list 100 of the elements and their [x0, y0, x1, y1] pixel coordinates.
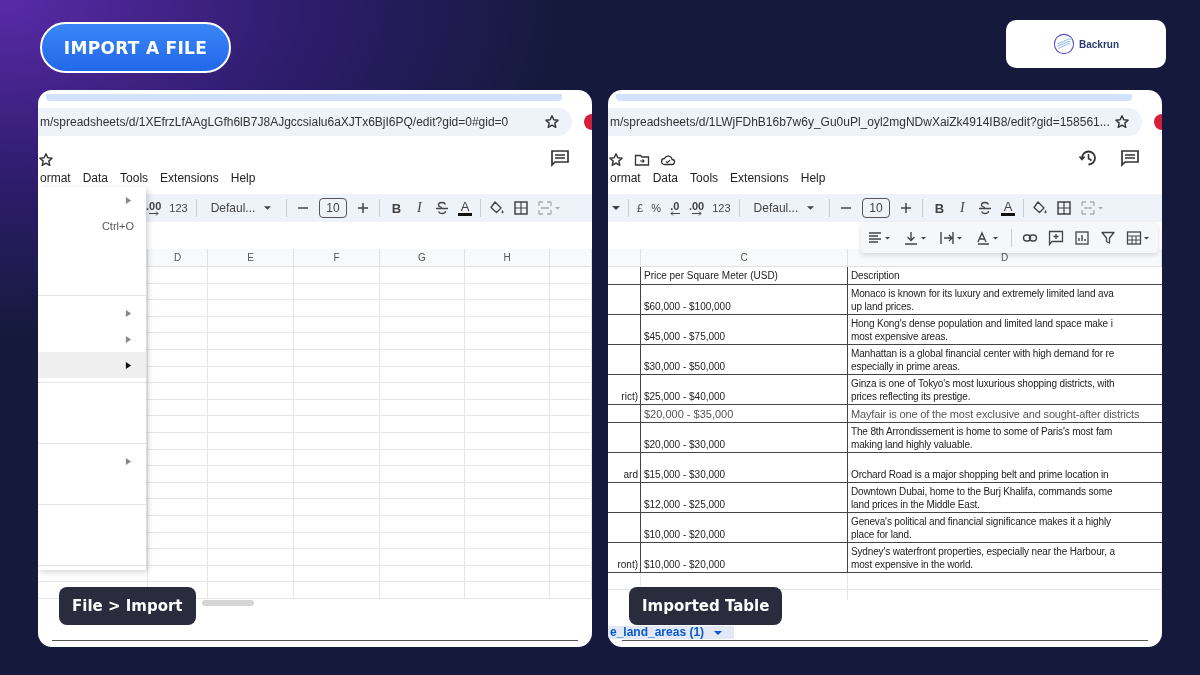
font-dropdown[interactable]: Defaul... [747, 201, 822, 215]
table-cell-text: $10,000 - $20,000 [644, 528, 727, 541]
table-cell-text: $10,000 - $20,000 [644, 558, 727, 571]
table-cell-text: The 8th Arrondissement is home to some of Paris's most fam making land highly valuable. [851, 425, 1114, 451]
caret-icon[interactable] [612, 205, 620, 211]
format-button[interactable]: £ [637, 202, 644, 214]
decimal-button[interactable]: .00 [688, 200, 705, 216]
table-cell-text: Geneva's political and financial significance makes it a highly place for land. [851, 515, 1112, 541]
submenu-arrow-icon[interactable] [125, 360, 132, 370]
column-header[interactable]: F [333, 252, 340, 263]
menu-item[interactable]: Data [82, 171, 109, 185]
arrow-icon [668, 210, 681, 216]
comment-icon[interactable] [550, 148, 570, 168]
table-cell-text: Sydney's waterfront properties, especially near the Harbour, a most expensive in the world. [851, 545, 1116, 571]
italic-button[interactable]: I [956, 200, 969, 216]
text-wrap-icon[interactable] [939, 230, 965, 246]
table-cell-text: $20,000 - $35,000 [644, 408, 735, 421]
column-header[interactable]: C [740, 252, 748, 263]
text-rotate-icon[interactable] [975, 230, 1001, 246]
bold-button[interactable]: B [930, 200, 948, 216]
arrow-icon [690, 210, 703, 216]
table-cell-text: Mayfair is one of the most exclusive and sought-after districts [851, 408, 1141, 421]
chart-icon[interactable] [1074, 230, 1090, 246]
cloud-icon[interactable] [660, 152, 676, 168]
table-cell: ront) [617, 558, 638, 571]
caret-icon [263, 205, 273, 211]
italic-button[interactable]: I [413, 200, 426, 216]
star-icon[interactable] [608, 152, 624, 168]
table-cell-text: Ginza is one of Tokyo's most luxurious shopping districts, with prices reflecting its prestige. [851, 377, 1116, 403]
column-header[interactable]: D [173, 252, 182, 263]
star-icon[interactable] [1114, 114, 1130, 130]
table-cell: rict) [621, 390, 638, 403]
shortcut-hint: Ctrl+O [101, 220, 134, 232]
star-icon[interactable] [38, 152, 54, 168]
table-cell-text: $60,000 - $100,000 [644, 300, 732, 313]
text-color-button[interactable]: A [457, 200, 473, 216]
menu-item[interactable]: Tools [120, 171, 149, 185]
caption-label: Imported Table [629, 587, 783, 625]
table-icon[interactable] [1126, 230, 1152, 246]
address-bar[interactable]: m/spreadsheets/d/1XEfrzLfAAgLGfh6lB7J8AJgccsialu6aXJTx6BjI6PQ/edit?gid=0#gid=0 [38, 108, 572, 136]
menu-item[interactable]: ormat [610, 171, 641, 185]
table-cell-text: $12,000 - $25,000 [644, 498, 727, 511]
logo-text: Backrun [1079, 38, 1119, 50]
star-icon[interactable] [544, 114, 560, 130]
table-cell-text: Orchard Road is a major shopping belt and prime location in [851, 468, 1110, 481]
menu-item[interactable]: Data [652, 171, 679, 185]
format-button[interactable]: 123 [169, 202, 188, 214]
scrollbar[interactable] [202, 600, 254, 606]
table-cell-text: Monaco is known for its luxury and extremely limited land ava up land prices. [851, 287, 1115, 313]
profile-icon[interactable] [1154, 114, 1162, 130]
column-header[interactable]: G [418, 252, 426, 263]
font-size-field[interactable]: 10 [319, 198, 347, 218]
text-color-button[interactable]: A [1000, 200, 1016, 216]
font-size-field[interactable]: 10 [862, 198, 890, 218]
table-cell-text: Manhattan is a global financial center with high demand for re especially in prime areas. [851, 347, 1116, 373]
profile-icon[interactable] [584, 114, 592, 130]
table-cell-text: Description [851, 269, 901, 282]
table-cell-text: $30,000 - $50,000 [644, 360, 727, 373]
strikethrough-icon[interactable] [433, 200, 450, 216]
column-header[interactable]: E [247, 252, 254, 263]
menu-item[interactable]: Extensions [160, 171, 219, 185]
folder-icon[interactable] [634, 152, 650, 168]
table-cell-text: $45,000 - $75,000 [644, 330, 727, 343]
bold-button[interactable]: B [387, 200, 406, 216]
menu-item[interactable]: Help [800, 171, 826, 185]
sheet-tab[interactable]: e_land_areas (1) [608, 626, 735, 639]
history-icon[interactable] [1078, 148, 1098, 168]
decimal-button[interactable]: .00 [146, 200, 162, 216]
import-file-button[interactable]: IMPORT A FILE [40, 22, 231, 73]
table-cell-text: Downtown Dubai, home to the Burj Khalifa, commands some land prices in the Middle East. [851, 485, 1114, 511]
table-cell: ard [623, 468, 638, 481]
table-cell-text: $20,000 - $30,000 [644, 438, 727, 451]
wave-circle-icon [1053, 33, 1075, 55]
menu-item[interactable]: Extensions [730, 171, 789, 185]
table-cell-text: $15,000 - $30,000 [644, 468, 727, 481]
add-comment-icon[interactable] [1048, 230, 1064, 246]
caret-icon [806, 205, 816, 211]
column-header[interactable]: H [503, 252, 511, 263]
menu-item[interactable]: ormat [40, 171, 71, 185]
filter-icon[interactable] [1100, 230, 1116, 246]
menu-item[interactable]: Tools [690, 171, 719, 185]
caret-icon [714, 629, 723, 636]
paint-bucket-icon[interactable] [1032, 200, 1049, 216]
table-cell-text: Price per Square Meter (USD) [644, 269, 779, 282]
comment-icon[interactable] [1120, 148, 1140, 168]
align-left-icon[interactable] [867, 230, 893, 246]
column-header[interactable]: D [1000, 252, 1009, 263]
strikethrough-icon[interactable] [976, 200, 993, 216]
font-dropdown[interactable]: Defaul... [204, 201, 279, 215]
caption-label: File > Import [59, 587, 196, 625]
address-bar[interactable]: m/spreadsheets/d/1LWjFDhB16b7w6y_Gu0uPl_oyl2mgNDwXaiZk4914IB8/edit?gid=158561... [608, 108, 1142, 136]
align-bottom-icon[interactable] [903, 230, 929, 246]
borders-icon[interactable] [1056, 200, 1073, 216]
menu-item[interactable]: Help [230, 171, 256, 185]
borders-icon[interactable] [513, 200, 530, 216]
decimal-button[interactable]: .0 [668, 200, 681, 216]
paint-bucket-icon[interactable] [489, 200, 506, 216]
format-button[interactable]: % [651, 202, 661, 214]
format-button[interactable]: 123 [712, 202, 731, 214]
arrow-icon [147, 210, 160, 216]
